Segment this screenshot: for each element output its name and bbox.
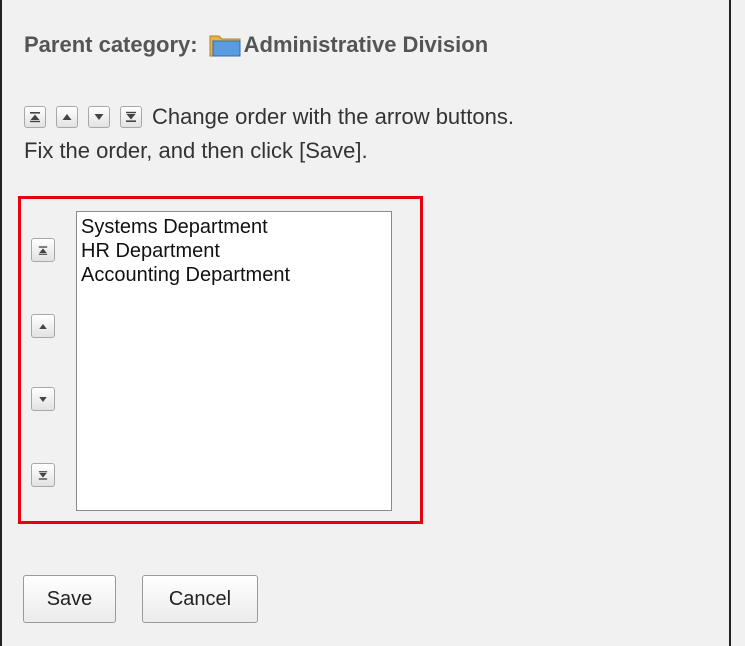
order-highlight-box: Systems Department HR Department Account… <box>18 196 423 524</box>
cancel-button[interactable]: Cancel <box>142 575 258 623</box>
parent-category-row: Parent category: Administrative Division <box>24 32 488 58</box>
move-to-top-icon <box>24 106 46 128</box>
instruction-line-2: Fix the order, and then click [Save]. <box>24 138 368 163</box>
move-to-bottom-icon <box>120 106 142 128</box>
save-button[interactable]: Save <box>23 575 116 623</box>
move-down-button[interactable] <box>31 387 55 411</box>
move-down-icon <box>88 106 110 128</box>
move-to-bottom-icon <box>38 470 48 480</box>
parent-category-value: Administrative Division <box>208 32 489 58</box>
parent-category-label: Parent category: <box>24 32 198 57</box>
department-order-list[interactable]: Systems Department HR Department Account… <box>76 211 392 511</box>
instructions: Change order with the arrow buttons. Fix… <box>24 100 514 168</box>
list-item[interactable]: Accounting Department <box>81 263 387 287</box>
move-down-icon <box>39 396 47 402</box>
folder-icon <box>208 32 242 58</box>
move-up-icon <box>56 106 78 128</box>
instruction-text-1: Change order with the arrow buttons. <box>152 104 514 129</box>
move-to-bottom-button[interactable] <box>31 463 55 487</box>
move-to-top-icon <box>38 245 48 255</box>
move-up-button[interactable] <box>31 314 55 338</box>
list-item[interactable]: Systems Department <box>81 215 387 239</box>
move-up-icon <box>39 323 47 329</box>
parent-category-name: Administrative Division <box>243 32 489 57</box>
instruction-line-1: Change order with the arrow buttons. <box>24 100 514 134</box>
list-item[interactable]: HR Department <box>81 239 387 263</box>
move-to-top-button[interactable] <box>31 238 55 262</box>
